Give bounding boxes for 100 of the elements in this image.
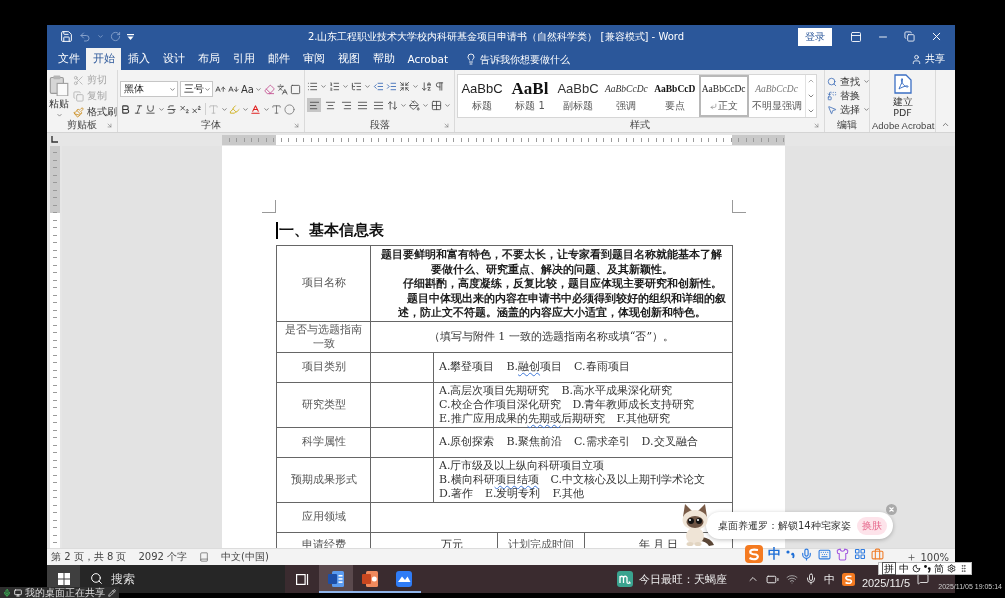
strikethrough-icon[interactable] [166, 103, 177, 115]
ribbon-tab[interactable]: 布局 [191, 48, 226, 70]
dialog-launcher-icon[interactable] [443, 122, 450, 129]
caret-icon[interactable] [444, 101, 451, 109]
circle-icon[interactable] [283, 103, 295, 115]
shrink-font-icon[interactable] [228, 83, 239, 95]
tell-me-field[interactable]: 告诉我你想要做什么 [479, 53, 580, 65]
font-size-dropdown[interactable]: 三号 [180, 81, 213, 97]
caret-icon[interactable] [320, 83, 327, 90]
pencil-icon[interactable] [108, 588, 116, 597]
caret-icon[interactable] [400, 101, 407, 109]
grid-icon[interactable] [431, 99, 442, 111]
paint-bucket-icon[interactable] [409, 99, 420, 111]
caret-icon[interactable] [342, 83, 349, 90]
clock-date[interactable]: 2025/11/5 [861, 577, 910, 589]
create-pdf-button[interactable]: 建立 PDF [885, 74, 920, 119]
notification-icon[interactable] [917, 573, 929, 585]
superscript-icon[interactable] [191, 103, 202, 115]
ribbon-display-icon[interactable] [850, 30, 862, 43]
subscript-icon[interactable] [178, 103, 190, 115]
sort-icon[interactable] [421, 81, 432, 92]
ribbon-tab[interactable]: 插入 [121, 48, 156, 70]
punctuation-icon[interactable] [924, 564, 931, 573]
ribbon-tab[interactable]: 帮助 [366, 48, 401, 70]
microphone-icon[interactable] [804, 573, 817, 585]
ribbon-tab[interactable]: 设计 [156, 48, 191, 70]
ribbon-tab[interactable]: Acrobat [401, 48, 455, 70]
keyboard-icon[interactable] [818, 547, 831, 561]
input-method-icon[interactable] [841, 572, 855, 586]
ribbon-tab[interactable]: 审阅 [296, 48, 331, 70]
settings-icon[interactable] [947, 564, 956, 573]
scroll-up-icon[interactable] [806, 77, 815, 85]
ribbon-tab[interactable]: 开始 [86, 48, 121, 70]
find-button[interactable]: 查找 [827, 75, 870, 88]
redo-icon[interactable] [110, 31, 121, 42]
grow-font-icon[interactable] [215, 83, 226, 95]
eraser-icon[interactable] [263, 83, 275, 95]
up-down-arrows-icon[interactable] [387, 99, 398, 111]
caret-icon[interactable] [863, 78, 870, 85]
dialog-launcher-icon[interactable] [106, 122, 113, 129]
caret-icon[interactable] [254, 85, 262, 93]
horoscope-widget[interactable]: 今日最旺：天蝎座 [616, 565, 727, 593]
ribbon-tab[interactable]: 文件 [51, 48, 86, 70]
ribbon-tab[interactable]: 视图 [331, 48, 366, 70]
customize-icon[interactable] [127, 33, 134, 40]
share-button[interactable]: 共享 [911, 48, 945, 70]
ime-mode-button[interactable]: 中 [768, 545, 781, 563]
square-icon[interactable] [289, 83, 301, 95]
caret-icon[interactable] [364, 83, 371, 90]
caret-icon[interactable] [422, 101, 429, 109]
save-icon[interactable] [60, 30, 73, 43]
language-indicator[interactable]: 中文(中国) [221, 550, 269, 564]
ime-mode-button[interactable]: 中 [823, 571, 835, 587]
style-option[interactable]: AaBbCcDc 正文 [698, 75, 749, 117]
select-button[interactable]: 选择 [827, 103, 870, 116]
caret-icon[interactable] [241, 105, 249, 113]
increase-indent-icon[interactable] [386, 81, 397, 92]
more-styles-icon[interactable] [806, 107, 815, 115]
collapse-ribbon-icon[interactable] [941, 120, 950, 129]
font-color-icon[interactable] [250, 103, 261, 115]
grid-icon[interactable] [854, 548, 866, 560]
sign-in-button[interactable]: 登录 [798, 27, 832, 46]
pilcrow-icon[interactable] [434, 81, 445, 92]
dialog-launcher-icon[interactable] [293, 122, 300, 129]
restore-icon[interactable] [904, 31, 915, 42]
lightbulb-icon[interactable] [464, 53, 477, 65]
italic-icon[interactable] [132, 103, 144, 115]
replace-button[interactable]: 替换 [827, 89, 870, 102]
format-painter-button[interactable]: 格式刷 [73, 105, 117, 119]
change-case-button[interactable]: Aa [241, 83, 262, 95]
ribbon-tab[interactable]: 引用 [226, 48, 261, 70]
text-icon[interactable] [271, 103, 282, 115]
wifi-icon[interactable] [785, 573, 798, 585]
caret-icon[interactable] [157, 105, 165, 113]
caret-icon[interactable] [262, 105, 270, 113]
underline-icon[interactable] [145, 103, 156, 115]
ribbon-tab[interactable]: 邮件 [261, 48, 296, 70]
undo-icon[interactable] [79, 30, 91, 43]
tab-stop-icon[interactable] [51, 136, 58, 143]
grip-icon[interactable] [959, 564, 968, 573]
microphone-icon[interactable] [3, 588, 11, 597]
paste-button[interactable]: 粘贴 [49, 73, 69, 119]
language-mode-button[interactable]: 中 [899, 563, 909, 574]
caret-icon[interactable] [412, 83, 419, 90]
book-icon[interactable] [199, 552, 210, 562]
bold-icon[interactable] [120, 103, 131, 115]
bulleted-list-icon[interactable] [307, 81, 318, 92]
zoom-level[interactable]: 100% [920, 551, 949, 563]
decrease-indent-icon[interactable] [373, 81, 384, 92]
caret-icon[interactable] [97, 33, 104, 40]
input-method-icon[interactable] [745, 545, 763, 563]
caret-icon[interactable] [220, 105, 228, 113]
scroll-down-icon[interactable] [806, 92, 815, 100]
moon-icon[interactable] [912, 564, 921, 573]
script-mode-button[interactable]: 简 [934, 563, 944, 574]
zoom-in-icon[interactable] [907, 552, 917, 562]
dialog-launcher-icon[interactable] [813, 122, 820, 129]
shirt-icon[interactable] [836, 547, 849, 561]
shrink-icon[interactable] [399, 81, 410, 92]
multilevel-list-icon[interactable] [351, 81, 362, 92]
